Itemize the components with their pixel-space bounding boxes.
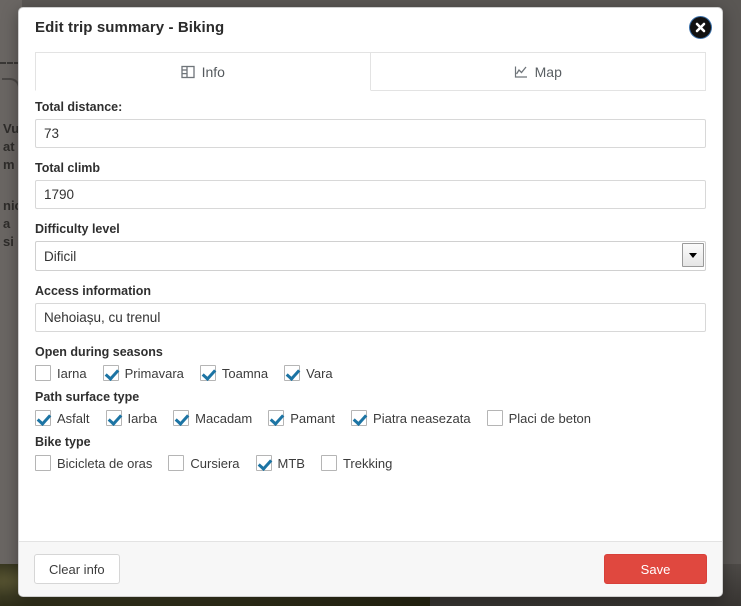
label-bike-type: Bike type	[35, 435, 91, 449]
checkbox-piatra-neasezata[interactable]: Piatra neasezata	[351, 410, 471, 426]
checkbox-box[interactable]	[351, 410, 368, 426]
checkbox-placi-de-beton[interactable]: Placi de beton	[486, 410, 592, 426]
checkbox-asfalt[interactable]: Asfalt	[35, 410, 90, 426]
checkbox-vara[interactable]: Vara	[284, 365, 333, 381]
field-total-climb: Total climb	[35, 161, 706, 209]
section-bike-type: Bike type Bicicleta de oras Cursiera MTB	[35, 435, 706, 471]
checkbox-cursiera[interactable]: Cursiera	[168, 455, 240, 471]
tab-map[interactable]: Map	[370, 52, 706, 91]
checkbox-box[interactable]	[320, 455, 337, 471]
total-climb-input[interactable]	[35, 180, 706, 209]
label-path-surface-type: Path surface type	[35, 390, 140, 404]
section-open-during-seasons: Open during seasons Iarna Primavara Toam…	[35, 345, 706, 381]
chevron-down-icon[interactable]	[682, 243, 704, 267]
checkbox-pamant[interactable]: Pamant	[268, 410, 335, 426]
dialog-title: Edit trip summary - Biking	[35, 19, 225, 36]
label-difficulty-level: Difficulty level	[35, 222, 120, 236]
trip-summary-form: Total distance: Total climb Difficulty l…	[35, 91, 706, 471]
label-total-climb: Total climb	[35, 161, 101, 175]
checkbox-label: Pamant	[290, 410, 336, 426]
checkbox-toamna[interactable]: Toamna	[199, 365, 269, 381]
checkbox-box[interactable]	[486, 410, 503, 426]
background-divider	[0, 62, 20, 64]
save-button[interactable]: Save	[604, 554, 707, 584]
checkbox-macadam[interactable]: Macadam	[173, 410, 252, 426]
checkbox-row-bike-type: Bicicleta de oras Cursiera MTB Trekking	[35, 455, 706, 471]
checkbox-label: Toamna	[221, 365, 269, 381]
checkbox-primavara[interactable]: Primavara	[102, 365, 184, 381]
clear-info-button[interactable]: Clear info	[34, 554, 120, 584]
checkbox-box[interactable]	[168, 455, 185, 471]
checkbox-box[interactable]	[35, 410, 51, 426]
section-path-surface-type: Path surface type Asfalt Iarba Macadam P…	[35, 390, 706, 426]
checkbox-box[interactable]	[284, 365, 301, 381]
tab-info-label: Info	[201, 63, 225, 80]
checkbox-label: Asfalt	[57, 410, 90, 426]
checkbox-mtb[interactable]: MTB	[255, 455, 305, 471]
checkbox-iarba[interactable]: Iarba	[105, 410, 158, 426]
field-difficulty-level: Difficulty level Dificil	[35, 222, 706, 271]
chart-line-icon	[514, 65, 528, 79]
checkbox-label: Macadam	[195, 410, 253, 426]
tab-info[interactable]: Info	[35, 52, 371, 91]
checkbox-trekking[interactable]: Trekking	[320, 455, 393, 471]
checkbox-row-surface: Asfalt Iarba Macadam Pamant Piatra nease…	[35, 410, 706, 426]
checkbox-label: Bicicleta de oras	[57, 455, 153, 471]
checkbox-row-seasons: Iarna Primavara Toamna Vara	[35, 365, 706, 381]
checkbox-bicicleta-de-oras[interactable]: Bicicleta de oras	[35, 455, 152, 471]
checkbox-box[interactable]	[199, 365, 216, 381]
checkbox-box[interactable]	[255, 455, 272, 471]
label-total-distance: Total distance:	[35, 100, 123, 114]
access-information-input[interactable]	[35, 303, 706, 332]
dialog-footer: Clear info Save	[19, 541, 722, 596]
total-distance-input[interactable]	[35, 119, 706, 148]
checkbox-label: Primavara	[124, 365, 184, 381]
checkbox-label: Iarna	[57, 365, 87, 381]
tab-map-label: Map	[534, 63, 562, 80]
checkbox-label: Iarba	[127, 410, 158, 426]
checkbox-iarna[interactable]: Iarna	[35, 365, 87, 381]
checkbox-label: Trekking	[342, 455, 393, 471]
field-total-distance: Total distance:	[35, 100, 706, 148]
edit-trip-summary-dialog: Edit trip summary - Biking Info Map Tota…	[18, 7, 723, 597]
difficulty-level-value[interactable]: Dificil	[35, 241, 706, 271]
tab-bar: Info Map	[35, 52, 706, 91]
checkbox-label: Vara	[306, 365, 333, 381]
checkbox-box[interactable]	[35, 455, 51, 471]
checkbox-box[interactable]	[105, 410, 122, 426]
checkbox-box[interactable]	[35, 365, 51, 381]
checkbox-label: Placi de beton	[508, 410, 592, 426]
difficulty-level-select[interactable]: Dificil	[35, 241, 706, 271]
checkbox-label: Cursiera	[190, 455, 240, 471]
close-icon[interactable]	[690, 17, 711, 38]
checkbox-label: Piatra neasezata	[373, 410, 471, 426]
dialog-body: Info Map Total distance: Total climb	[19, 49, 722, 541]
label-open-during-seasons: Open during seasons	[35, 345, 163, 359]
checkbox-box[interactable]	[173, 410, 190, 426]
label-access-information: Access information	[35, 284, 152, 298]
info-list-icon	[180, 65, 195, 79]
checkbox-box[interactable]	[102, 365, 119, 381]
field-access-information: Access information	[35, 284, 706, 332]
dialog-header: Edit trip summary - Biking	[19, 8, 722, 49]
checkbox-box[interactable]	[268, 410, 285, 426]
checkbox-label: MTB	[277, 455, 305, 471]
